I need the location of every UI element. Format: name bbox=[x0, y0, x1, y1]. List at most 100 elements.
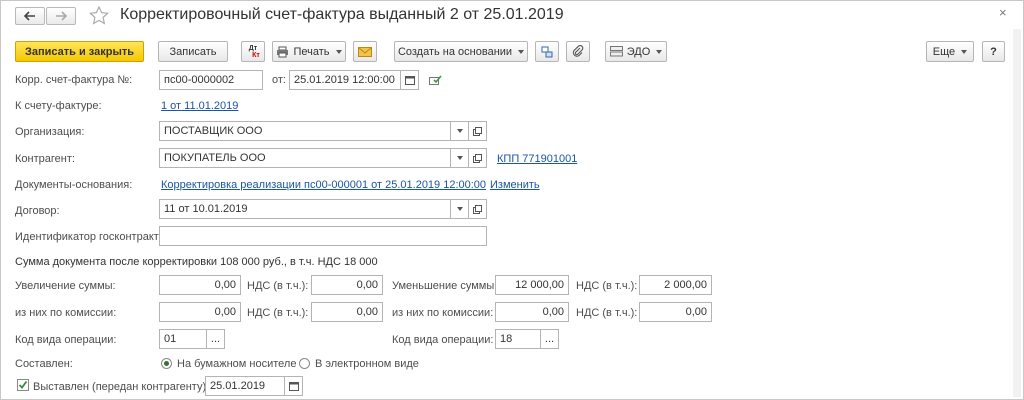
corr-invoice-number-input[interactable]: пс00-0000002 bbox=[159, 70, 263, 90]
attachments-button[interactable] bbox=[566, 41, 590, 62]
decrease-label: Уменьшение суммы: bbox=[392, 280, 498, 292]
paperclip-icon bbox=[572, 45, 584, 57]
decrease-commission-input[interactable]: 0,00 bbox=[495, 302, 569, 322]
chevron-down-icon bbox=[518, 49, 525, 54]
gov-contract-id-input[interactable] bbox=[159, 226, 487, 246]
back-button[interactable] bbox=[15, 7, 45, 25]
organization-dropdown-button[interactable] bbox=[451, 121, 469, 141]
increase-commission-input[interactable]: 0,00 bbox=[159, 302, 241, 322]
corr-invoice-date-input[interactable]: 25.01.2019 12:00:00 bbox=[289, 70, 401, 90]
envelope-icon bbox=[358, 46, 372, 57]
chevron-down-icon bbox=[456, 207, 463, 211]
status-check-icon[interactable] bbox=[429, 74, 442, 86]
op-code-right-select-button[interactable]: ... bbox=[541, 329, 559, 349]
print-button[interactable]: Печать bbox=[272, 41, 346, 62]
base-docs-link[interactable]: Корректировка реализации пс00-000001 от … bbox=[161, 179, 486, 191]
chevron-down-icon bbox=[335, 49, 342, 54]
contract-dropdown-button[interactable] bbox=[451, 199, 469, 219]
edo-icon bbox=[609, 46, 623, 57]
decrease-sum-input[interactable]: 12 000,00 bbox=[495, 275, 569, 295]
op-code-left-input[interactable]: 01 bbox=[159, 329, 207, 349]
document-window: Корректировочный счет-фактура выданный 2… bbox=[0, 0, 1024, 400]
structure-button[interactable] bbox=[535, 41, 559, 62]
more-button[interactable]: Еще bbox=[926, 41, 974, 62]
printer-icon bbox=[277, 46, 289, 57]
op-code-left-select-button[interactable]: ... bbox=[207, 329, 225, 349]
op-code-right-label: Код вида операции: bbox=[392, 334, 494, 346]
to-invoice-link[interactable]: 1 от 11.01.2019 bbox=[161, 100, 238, 112]
issued-calendar-button[interactable] bbox=[285, 376, 303, 396]
calendar-button[interactable] bbox=[401, 70, 419, 90]
contract-open-button[interactable] bbox=[469, 199, 487, 219]
issued-date-input[interactable]: 25.01.2019 bbox=[205, 376, 285, 396]
dt-label: Дт bbox=[248, 44, 258, 52]
op-code-right-input[interactable]: 18 bbox=[495, 329, 541, 349]
composed-paper-radio[interactable] bbox=[161, 358, 172, 369]
contract-input[interactable]: 11 от 10.01.2019 bbox=[159, 199, 451, 219]
kt-label: Кт bbox=[252, 51, 260, 59]
organization-input[interactable]: ПОСТАВЩИК ООО bbox=[159, 121, 451, 141]
help-button[interactable]: ? bbox=[982, 41, 1005, 62]
calendar-icon bbox=[404, 76, 415, 85]
create-based-label: Создать на основании bbox=[397, 45, 513, 58]
chevron-down-icon bbox=[961, 49, 968, 54]
corr-invoice-label: Корр. счет-фактура №: bbox=[15, 74, 133, 86]
increase-commission-vat-input[interactable]: 0,00 bbox=[311, 302, 383, 322]
calendar-icon bbox=[288, 382, 299, 391]
increase-label: Увеличение суммы: bbox=[15, 280, 116, 292]
print-label: Печать bbox=[293, 45, 330, 58]
save-button[interactable]: Записать bbox=[158, 41, 228, 62]
arrow-right-icon bbox=[56, 11, 67, 21]
checkmark-icon bbox=[18, 380, 28, 389]
op-code-left-label: Код вида операции: bbox=[15, 334, 117, 346]
document-summary: Сумма документа после корректировки 108 … bbox=[15, 256, 378, 268]
forward-button[interactable] bbox=[46, 7, 76, 25]
email-button[interactable] bbox=[353, 41, 377, 62]
arrow-left-icon bbox=[24, 11, 35, 21]
close-icon[interactable]: × bbox=[999, 5, 1007, 20]
dt-kt-button[interactable]: Дт Кт bbox=[241, 41, 265, 62]
increase-sum-input[interactable]: 0,00 bbox=[159, 275, 241, 295]
decrease-vat-label: НДС (в т.ч.): bbox=[576, 280, 638, 292]
base-docs-label: Документы-основания: bbox=[15, 179, 133, 191]
decrease-vat-input[interactable]: 2 000,00 bbox=[639, 275, 712, 295]
window-title: Корректировочный счет-фактура выданный 2… bbox=[120, 6, 564, 23]
organization-label: Организация: bbox=[15, 126, 85, 138]
issued-label[interactable]: Выставлен (передан контрагенту): bbox=[33, 381, 209, 393]
increase-commission-label: из них по комиссии: bbox=[15, 307, 117, 319]
decrease-commission-vat-input[interactable]: 0,00 bbox=[639, 302, 712, 322]
increase-vat-input[interactable]: 0,00 bbox=[311, 275, 383, 295]
open-object-icon bbox=[473, 126, 482, 136]
chevron-down-icon bbox=[456, 156, 463, 160]
open-object-icon bbox=[473, 204, 482, 214]
issued-checkbox[interactable] bbox=[17, 379, 29, 391]
edo-button[interactable]: ЭДО bbox=[605, 41, 667, 62]
change-base-docs-link[interactable]: Изменить bbox=[490, 179, 540, 191]
create-based-on-button[interactable]: Создать на основании bbox=[394, 41, 528, 62]
decrease-commission-vat-label: НДС (в т.ч.): bbox=[576, 307, 638, 319]
organization-open-button[interactable] bbox=[469, 121, 487, 141]
save-and-close-button[interactable]: Записать и закрыть bbox=[15, 41, 144, 62]
chevron-down-icon bbox=[656, 49, 663, 54]
increase-vat-label: НДС (в т.ч.): bbox=[247, 280, 309, 292]
increase-commission-vat-label: НДС (в т.ч.): bbox=[247, 307, 309, 319]
gov-contract-id-label: Идентификатор госконтракта: bbox=[15, 231, 168, 243]
kpp-link[interactable]: КПП 771901001 bbox=[497, 153, 577, 165]
counterparty-input[interactable]: ПОКУПАТЕЛЬ ООО bbox=[159, 148, 451, 168]
counterparty-label: Контрагент: bbox=[15, 153, 75, 165]
composed-paper-label[interactable]: На бумажном носителе bbox=[177, 358, 296, 370]
counterparty-dropdown-button[interactable] bbox=[451, 148, 469, 168]
decrease-commission-label: из них по комиссии: bbox=[392, 307, 494, 319]
edo-label: ЭДО bbox=[626, 45, 651, 58]
counterparty-open-button[interactable] bbox=[469, 148, 487, 168]
document-structure-icon bbox=[541, 46, 553, 57]
to-invoice-label: К счету-фактуре: bbox=[15, 100, 102, 112]
composed-electronic-label[interactable]: В электронном виде bbox=[315, 358, 419, 370]
chevron-down-icon bbox=[456, 129, 463, 133]
vertical-scrollbar[interactable] bbox=[1013, 29, 1021, 397]
date-from-label: от: bbox=[272, 74, 286, 86]
open-object-icon bbox=[473, 153, 482, 163]
favorite-star-icon[interactable] bbox=[89, 6, 109, 25]
composed-label: Составлен: bbox=[15, 358, 73, 370]
composed-electronic-radio[interactable] bbox=[299, 358, 310, 369]
